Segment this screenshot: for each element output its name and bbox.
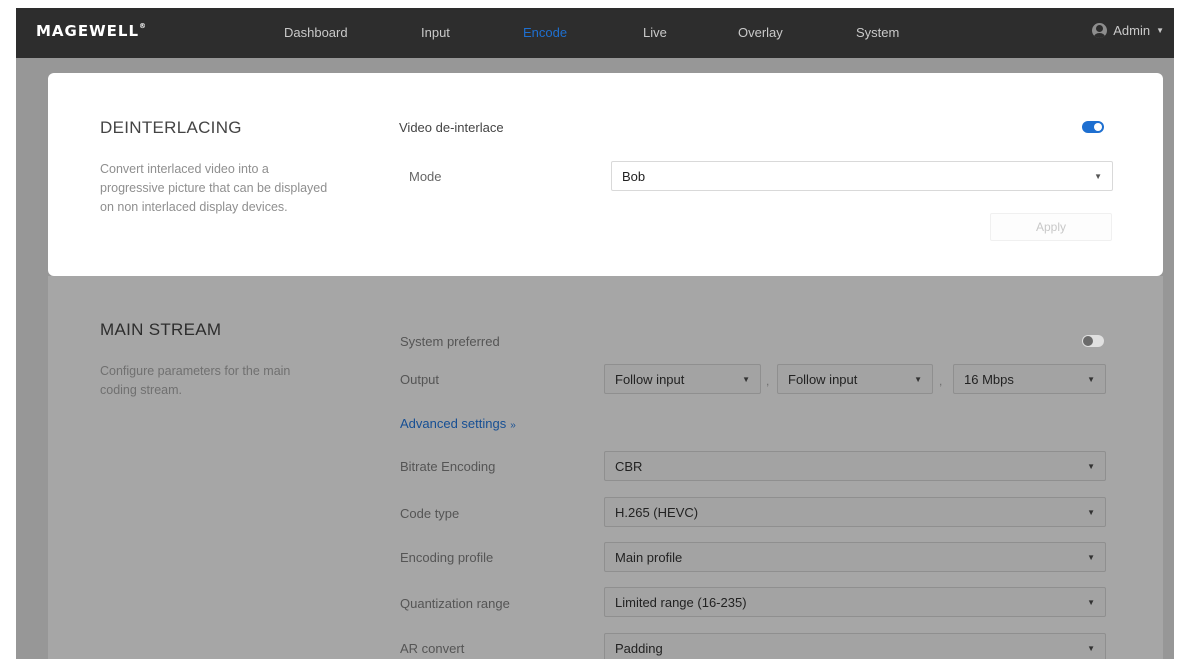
chevron-down-icon: ▼ bbox=[1156, 26, 1164, 35]
chevron-down-icon: ▼ bbox=[1087, 553, 1095, 562]
separator: , bbox=[939, 374, 943, 388]
advanced-settings-link[interactable]: Advanced settings» bbox=[400, 416, 516, 431]
mode-label: Mode bbox=[409, 169, 442, 184]
output-framerate-select[interactable]: Follow input ▼ bbox=[777, 364, 933, 394]
bitrate-encoding-select[interactable]: CBR ▼ bbox=[604, 451, 1106, 481]
chevron-down-icon: ▼ bbox=[1087, 462, 1095, 471]
ar-convert-value: Padding bbox=[615, 641, 663, 656]
nav-live[interactable]: Live bbox=[643, 25, 667, 40]
nav-system[interactable]: System bbox=[856, 25, 899, 40]
deinterlacing-title: DEINTERLACING bbox=[100, 118, 242, 137]
mode-select[interactable]: Bob ▼ bbox=[611, 161, 1113, 191]
video-deinterlace-label: Video de-interlace bbox=[399, 120, 504, 135]
chevron-down-icon: ▼ bbox=[742, 375, 750, 384]
code-type-select[interactable]: H.265 (HEVC) ▼ bbox=[604, 497, 1106, 527]
code-type-value: H.265 (HEVC) bbox=[615, 505, 699, 520]
encoding-profile-value: Main profile bbox=[615, 550, 683, 565]
top-navbar: MAGEWELL® Dashboard Input Encode Live Ov… bbox=[16, 8, 1174, 58]
video-deinterlace-toggle[interactable] bbox=[1082, 121, 1104, 133]
nav-encode[interactable]: Encode bbox=[523, 25, 567, 40]
ar-convert-select[interactable]: Padding ▼ bbox=[604, 633, 1106, 659]
nav-dashboard[interactable]: Dashboard bbox=[284, 25, 348, 40]
chevron-down-icon: ▼ bbox=[1087, 375, 1095, 384]
user-icon bbox=[1092, 23, 1108, 38]
quantization-range-select[interactable]: Limited range (16-235) ▼ bbox=[604, 587, 1106, 617]
encoding-profile-label: Encoding profile bbox=[400, 550, 494, 565]
user-menu[interactable]: Admin ▼ bbox=[1092, 23, 1164, 38]
ar-convert-label: AR convert bbox=[400, 641, 465, 656]
output-resolution-value: Follow input bbox=[615, 372, 685, 387]
output-bitrate-select[interactable]: 16 Mbps ▼ bbox=[953, 364, 1106, 394]
quantization-range-value: Limited range (16-235) bbox=[615, 595, 747, 610]
output-bitrate-value: 16 Mbps bbox=[964, 372, 1014, 387]
chevron-down-icon: ▼ bbox=[1087, 598, 1095, 607]
user-name: Admin bbox=[1113, 23, 1151, 38]
system-preferred-toggle[interactable] bbox=[1082, 335, 1104, 347]
output-label: Output bbox=[400, 372, 440, 387]
double-chevron-down-icon: » bbox=[510, 420, 516, 431]
bitrate-encoding-label: Bitrate Encoding bbox=[400, 459, 496, 474]
magewell-logo[interactable]: MAGEWELL® bbox=[36, 22, 147, 40]
output-resolution-select[interactable]: Follow input ▼ bbox=[604, 364, 761, 394]
deinterlacing-card: DEINTERLACING Convert interlaced video i… bbox=[48, 73, 1163, 276]
encoding-profile-select[interactable]: Main profile ▼ bbox=[604, 542, 1106, 572]
output-framerate-value: Follow input bbox=[788, 372, 858, 387]
code-type-label: Code type bbox=[400, 506, 460, 521]
quantization-range-label: Quantization range bbox=[400, 596, 510, 611]
system-preferred-label: System preferred bbox=[400, 334, 500, 349]
chevron-down-icon: ▼ bbox=[1087, 508, 1095, 517]
nav-overlay[interactable]: Overlay bbox=[738, 25, 783, 40]
bitrate-encoding-value: CBR bbox=[615, 459, 643, 474]
nav-input[interactable]: Input bbox=[421, 25, 450, 40]
deinterlacing-description: Convert interlaced video into a progress… bbox=[100, 162, 328, 214]
chevron-down-icon: ▼ bbox=[1094, 172, 1102, 181]
separator: , bbox=[766, 374, 770, 388]
apply-button[interactable]: Apply bbox=[990, 213, 1112, 241]
advanced-settings-label: Advanced settings bbox=[400, 416, 507, 431]
main-stream-description: Configure parameters for the main coding… bbox=[100, 364, 291, 397]
mode-value: Bob bbox=[622, 169, 646, 184]
chevron-down-icon: ▼ bbox=[1087, 644, 1095, 653]
main-stream-title: MAIN STREAM bbox=[100, 320, 222, 339]
chevron-down-icon: ▼ bbox=[914, 375, 922, 384]
